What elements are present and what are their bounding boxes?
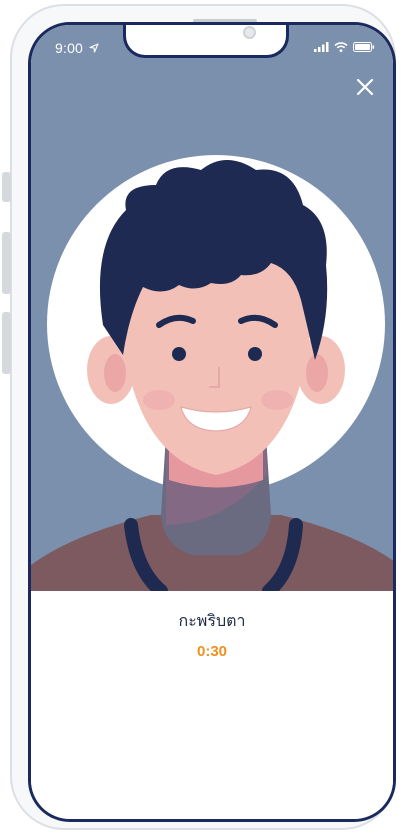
clock-label: 9:00 [55, 40, 84, 56]
volume-up-button [2, 232, 11, 294]
volume-down-button [2, 312, 11, 374]
status-bar-time: 9:00 [55, 40, 99, 56]
battery-icon [353, 42, 375, 52]
status-bar-icons [314, 42, 375, 52]
face-illustration [31, 155, 393, 591]
signal-icon [314, 42, 329, 52]
phone-screen: 9:00 กะพริบตา 0:30 [28, 22, 396, 822]
close-icon[interactable] [353, 75, 377, 99]
countdown-timer: 0:30 [196, 643, 228, 660]
front-camera-icon [243, 26, 256, 39]
left-eye [172, 347, 186, 361]
camera-view: 9:00 [31, 25, 393, 591]
wifi-icon [334, 42, 348, 52]
liveness-info-panel: กะพริบตา 0:30 [31, 591, 393, 819]
blink-instruction: กะพริบตา [178, 611, 246, 630]
notch [123, 25, 289, 58]
mute-switch [2, 172, 11, 202]
right-eye [248, 347, 262, 361]
location-arrow-icon [89, 43, 99, 53]
